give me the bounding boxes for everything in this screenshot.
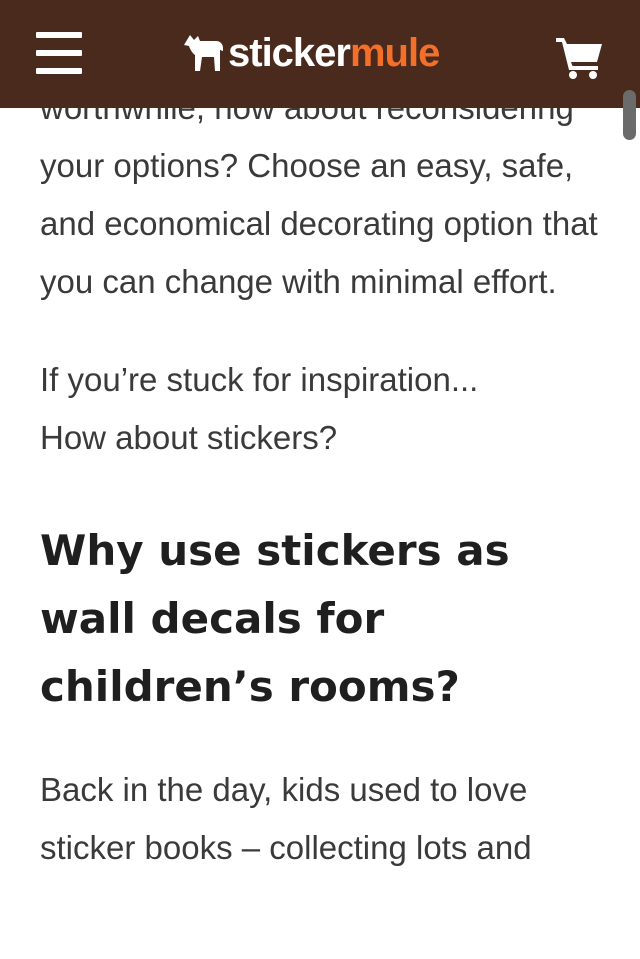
article-body: worthwhile, how about reconsidering your… <box>40 79 610 877</box>
shopping-cart-icon[interactable] <box>556 36 604 80</box>
logo-text-sticker: sticker <box>228 31 351 75</box>
paragraph-line: How about stickers? <box>40 419 338 456</box>
section-heading: Why use stickers as wall decals for chil… <box>40 526 510 711</box>
article-paragraph: Back in the day, kids used to love stick… <box>40 771 532 866</box>
logo-wordmark: stickermule <box>228 28 440 78</box>
article-paragraph: worthwhile, how about reconsidering your… <box>40 79 610 311</box>
menu-bar <box>36 50 82 56</box>
site-header: stickermule <box>0 0 640 108</box>
logo-text-mule: mule <box>349 31 440 75</box>
cart-glyph <box>556 38 602 79</box>
stickermule-logo[interactable]: stickermule <box>180 28 440 78</box>
mule-icon <box>184 35 223 71</box>
scrollbar-thumb[interactable] <box>623 90 636 140</box>
page: worthwhile, how about reconsidering your… <box>0 0 640 959</box>
paragraph-line: If you’re stuck for inspiration... <box>40 361 479 398</box>
article-paragraph: If you’re stuck for inspiration... How ab… <box>40 351 610 467</box>
hamburger-menu-icon[interactable] <box>36 32 82 74</box>
menu-bar <box>36 68 82 74</box>
menu-bar <box>36 32 82 38</box>
